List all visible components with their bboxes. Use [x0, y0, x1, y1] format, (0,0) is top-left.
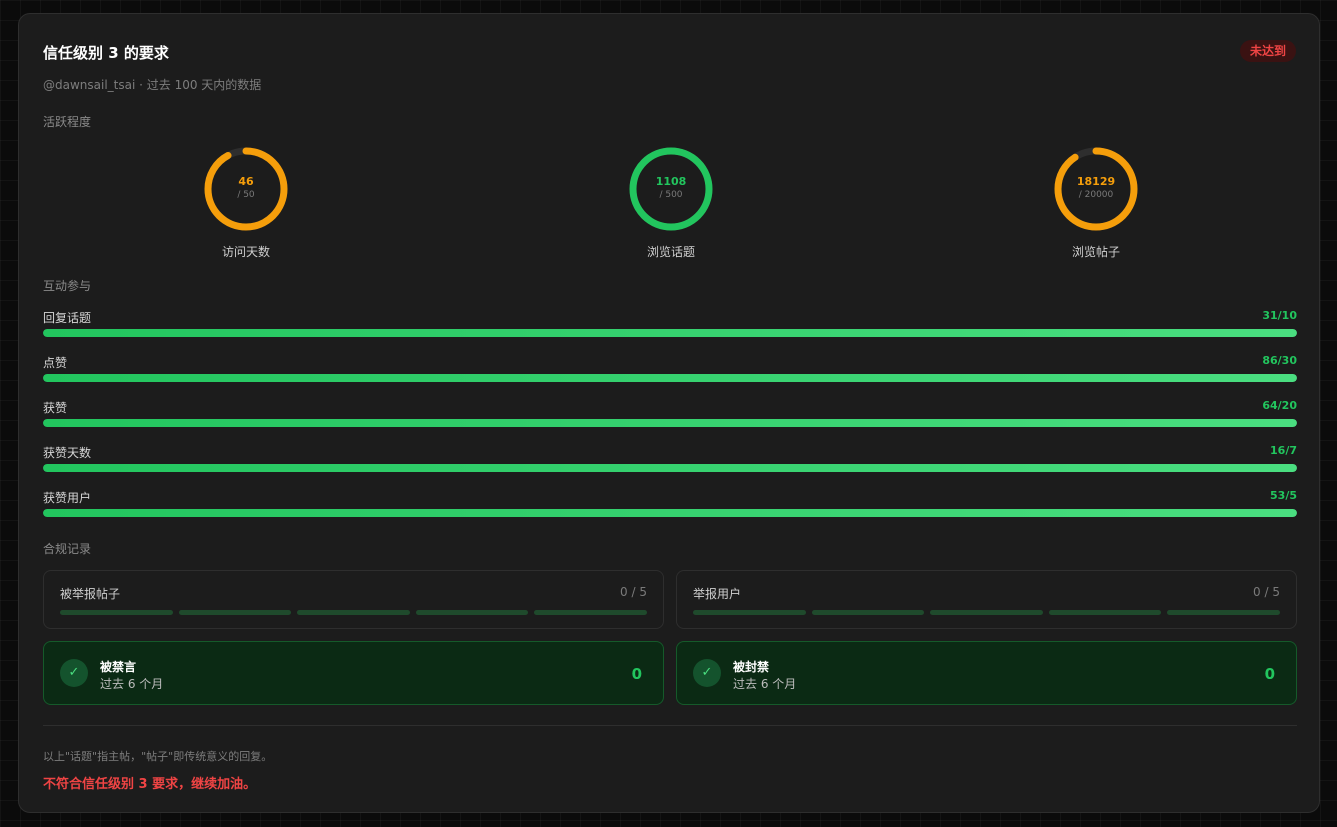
segment: [811, 610, 925, 615]
ring-value: 18129: [1076, 175, 1116, 188]
ring-value: 1108: [655, 175, 687, 188]
trust-level-card: 信任级别 3 的要求 未达到 @dawnsail_tsai · 过去 100 天…: [18, 13, 1320, 813]
result-message: 不符合信任级别 3 要求，继续加油。: [43, 777, 257, 792]
ring-value: 46: [238, 175, 254, 188]
ring-label: 访问天数: [221, 245, 270, 259]
segment: [415, 610, 529, 615]
bar-value: 86/30: [1262, 354, 1297, 367]
progress-fill: [43, 419, 1297, 427]
segment-bar: [60, 610, 647, 615]
report-count: 0 / 5: [1253, 585, 1280, 599]
ring-visit-days: 46 / 50 访问天数: [186, 145, 306, 260]
ring-chart: [1054, 147, 1138, 231]
penalty-count: 0: [631, 665, 642, 683]
bar-value: 16/7: [1270, 444, 1297, 457]
progress-track: [43, 374, 1297, 382]
penalty-period: 过去 6 个月: [733, 677, 797, 691]
progress-fill: [43, 464, 1297, 472]
reported-posts-box: 被举报帖子 0 / 5: [43, 570, 664, 629]
report-title: 举报用户: [693, 587, 742, 601]
ring-label: 浏览话题: [646, 245, 695, 259]
status-badge: 未达到: [1239, 40, 1296, 62]
progress-track: [43, 329, 1297, 337]
progress-track: [43, 509, 1297, 517]
ring-arc: [629, 147, 713, 231]
ring-max: / 20000: [1078, 190, 1114, 200]
progress-track: [43, 464, 1297, 472]
segment: [297, 610, 410, 615]
bar-value: 31/10: [1262, 309, 1297, 322]
bar-label: 获赞天数: [43, 446, 92, 460]
ring-max: / 50: [237, 190, 255, 200]
section-label-engagement: 互动参与: [43, 279, 92, 293]
segment: [60, 610, 173, 615]
progress-track: [43, 419, 1297, 427]
progress-fill: [43, 329, 1297, 337]
penalty-title: 被禁言: [100, 660, 137, 674]
bar-value: 64/20: [1262, 399, 1297, 412]
ring-label: 浏览帖子: [1071, 245, 1120, 259]
segment: [693, 610, 806, 615]
ring-max: / 500: [659, 190, 683, 200]
ring-viewed-posts: 18129 / 20000 浏览帖子: [1036, 145, 1156, 260]
penalty-title: 被封禁: [733, 660, 770, 674]
ring-chart: [204, 147, 288, 231]
penalty-count: 0: [1264, 665, 1275, 683]
bar-label: 点赞: [43, 356, 68, 370]
segment: [930, 610, 1043, 615]
check-icon: ✓: [693, 659, 721, 687]
bar-value: 53/5: [1270, 489, 1297, 502]
bar-label: 回复话题: [43, 311, 92, 325]
page-subtitle: @dawnsail_tsai · 过去 100 天内的数据: [43, 78, 262, 92]
ring-viewed-topics: 1108 / 500 浏览话题: [611, 145, 731, 260]
bar-label: 获赞用户: [43, 491, 92, 505]
footnote: 以上"话题"指主帖，"帖子"即传统意义的回复。: [43, 750, 273, 763]
check-icon: ✓: [60, 659, 88, 687]
segment: [178, 610, 292, 615]
segment: [1048, 610, 1162, 615]
reported-users-box: 举报用户 0 / 5: [676, 570, 1297, 629]
segment-bar: [693, 610, 1280, 615]
segment: [1167, 610, 1280, 615]
segment: [534, 610, 647, 615]
report-title: 被举报帖子: [60, 587, 121, 601]
bar-label: 获赞: [43, 401, 68, 415]
section-label-compliance: 合规记录: [43, 542, 92, 556]
ring-arc: [1054, 147, 1138, 231]
progress-fill: [43, 509, 1297, 517]
ring-arc: [204, 147, 288, 231]
silenced-box: ✓ 被禁言 过去 6 个月 0: [43, 641, 664, 705]
report-count: 0 / 5: [620, 585, 647, 599]
ring-chart: [629, 147, 713, 231]
page-title: 信任级别 3 的要求: [43, 44, 169, 62]
progress-fill: [43, 374, 1297, 382]
penalty-period: 过去 6 个月: [100, 677, 164, 691]
suspended-box: ✓ 被封禁 过去 6 个月 0: [676, 641, 1297, 705]
section-label-activity: 活跃程度: [43, 115, 92, 129]
divider: [43, 725, 1297, 726]
